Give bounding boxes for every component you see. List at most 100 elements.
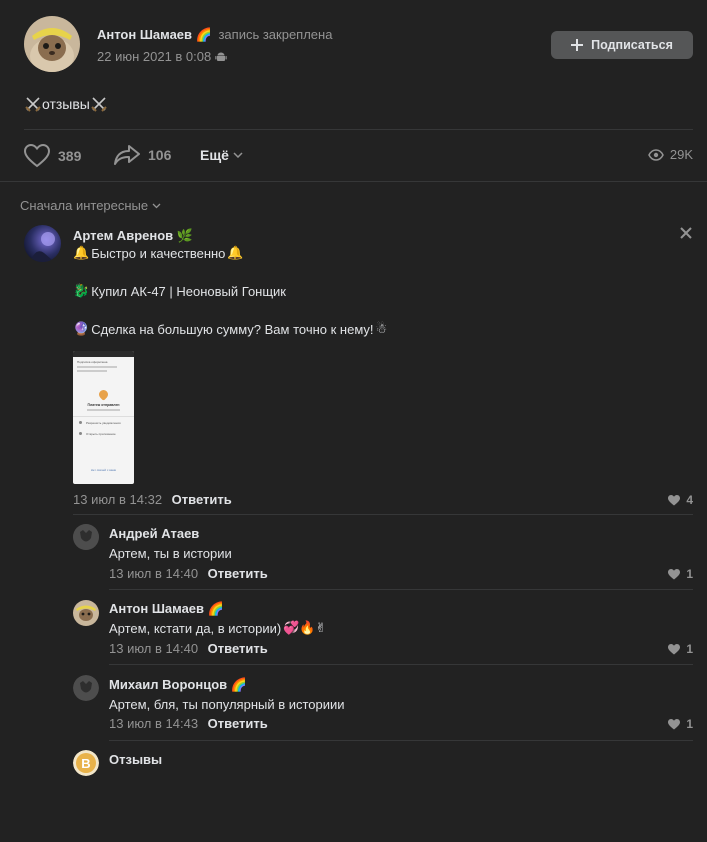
divider	[109, 740, 693, 741]
reply-text: Артем, бля, ты популярный в историии	[109, 697, 345, 712]
heart-icon	[668, 494, 681, 505]
reply-author-label: Антон Шамаев	[109, 601, 205, 616]
snowman-icon: ☃	[375, 321, 388, 336]
reply-meta: 13 июл в 14:40 Ответить	[109, 566, 268, 581]
close-icon[interactable]	[679, 226, 693, 240]
comments-sort-dropdown[interactable]: Сначала интересные	[20, 198, 161, 213]
reply-author-label: Андрей Атаев	[109, 526, 200, 541]
divider	[73, 514, 693, 515]
heart-icon	[668, 718, 681, 729]
eye-icon	[648, 148, 664, 161]
comment-author-name[interactable]: Артем Авренов 🌿	[73, 228, 193, 244]
reply-button[interactable]: Ответить	[208, 566, 268, 581]
reply-button[interactable]: Ответить	[172, 492, 232, 507]
post-date[interactable]: 22 июн 2021 в 0:08	[97, 49, 227, 64]
comment-meta: 13 июл в 14:32 Ответить	[73, 492, 232, 507]
attachment-status: Платеж отправлен	[87, 403, 120, 407]
reply-author-avatar[interactable]: B	[73, 750, 99, 776]
divider	[109, 589, 693, 590]
post-text-label: отзывы	[42, 96, 90, 112]
reply-like-button[interactable]: 1	[668, 567, 693, 581]
rainbow-emoji: 🌈	[195, 27, 212, 42]
comment-text-line3: Сделка на большую сумму? Вам точно к нем…	[91, 321, 374, 337]
comment-author-avatar[interactable]	[24, 225, 61, 262]
bell-icon: 🔔	[227, 245, 244, 260]
rainbow-emoji: 🌈	[230, 677, 247, 692]
reply-text-label: Артем, ты в истории	[109, 546, 232, 561]
reply-button[interactable]: Ответить	[208, 641, 268, 656]
views-counter: 29K	[648, 147, 693, 162]
chevron-down-icon	[152, 203, 161, 208]
post-header: Антон Шамаев 🌈 запись закреплена 22 июн …	[24, 16, 693, 72]
reply-author-name[interactable]: Антон Шамаев 🌈	[109, 601, 224, 617]
attachment-line	[77, 366, 117, 368]
phone-status-bar	[73, 351, 134, 357]
heart-icon	[668, 568, 681, 579]
reply-like-count: 1	[686, 642, 693, 656]
chevron-down-icon	[233, 152, 243, 158]
post-date-label: 22 июн 2021 в 0:08	[97, 49, 212, 64]
reply-author-label: Отзывы	[109, 752, 163, 767]
like-button[interactable]: 389	[24, 144, 81, 168]
heart-icon	[24, 144, 50, 168]
reply-text: Артем, ты в истории	[109, 546, 232, 561]
comment-text-line: 🐉 Купил АК-47 | Неоновый Гонщик	[73, 283, 286, 299]
subscribe-label: Подписаться	[591, 38, 673, 52]
more-button[interactable]: Ещё	[200, 147, 243, 163]
attachment-footer: Нет связей с вами	[90, 468, 117, 472]
reply-text: Артем, кстати да, в истории) 💞🔥✌	[109, 620, 326, 636]
comment-attachment-image[interactable]: Подписка оформлена Платеж отправлен Разр…	[73, 351, 134, 484]
rainbow-emoji: 🌈	[207, 601, 224, 616]
reply-text-label: Артем, кстати да, в истории)	[109, 620, 282, 636]
post-author-avatar[interactable]	[24, 16, 80, 72]
crossed-swords-icon	[25, 97, 41, 112]
reply-author-name[interactable]: Андрей Атаев	[109, 526, 199, 541]
post-author-label: Антон Шамаев	[97, 27, 193, 42]
comment-date[interactable]: 13 июл в 14:32	[73, 492, 162, 507]
reply-date[interactable]: 13 июл в 14:40	[109, 566, 198, 581]
reply-author-avatar[interactable]	[73, 524, 99, 550]
heart-icon	[668, 643, 681, 654]
pinned-label: запись закреплена	[218, 27, 333, 42]
reply-author-name[interactable]: Михаил Воронцов 🌈	[109, 677, 247, 693]
attachment-line	[77, 370, 107, 372]
comment-text-line: 🔮 Сделка на большую сумму? Вам точно к н…	[73, 321, 387, 337]
post-author-name[interactable]: Антон Шамаев 🌈 запись закреплена	[97, 27, 332, 43]
divider	[24, 129, 693, 130]
reply-author-avatar[interactable]	[73, 675, 99, 701]
comments-sort-label: Сначала интересные	[20, 198, 149, 213]
attachment-item-icon	[79, 432, 82, 435]
reply-emoji: 💞🔥✌	[283, 620, 327, 635]
attachment-item-icon	[79, 421, 82, 424]
attachment-item: Открыть приложение	[86, 432, 116, 436]
post-text: отзывы	[24, 95, 108, 113]
comment-text-line: 🔔 Быстро и качественно 🔔	[73, 245, 244, 261]
divider	[109, 664, 693, 665]
share-icon	[114, 145, 140, 165]
crystal-ball-icon: 🔮	[73, 321, 90, 336]
leaf-emoji: 🌿	[176, 228, 193, 243]
subscribe-button[interactable]: Подписаться	[551, 31, 693, 59]
attachment-divider	[73, 416, 134, 417]
comment-like-button[interactable]: 4	[668, 493, 693, 507]
reply-like-button[interactable]: 1	[668, 642, 693, 656]
comment-text-line1: Быстро и качественно	[91, 245, 226, 261]
reply-author-name[interactable]: Отзывы	[109, 752, 162, 767]
attachment-line	[87, 409, 120, 411]
reply-date[interactable]: 13 июл в 14:40	[109, 641, 198, 656]
reply-author-avatar[interactable]	[73, 600, 99, 626]
svg-text:B: B	[81, 756, 90, 771]
reply-button[interactable]: Ответить	[208, 716, 268, 731]
comment-like-count: 4	[686, 493, 693, 507]
reply-like-count: 1	[686, 717, 693, 731]
divider	[0, 181, 707, 182]
reply-like-button[interactable]: 1	[668, 717, 693, 731]
share-button[interactable]: 106	[114, 144, 171, 166]
bell-icon: 🔔	[73, 245, 90, 260]
reply-author-label: Михаил Воронцов	[109, 677, 228, 692]
attachment-item: Разрешить уведомления	[86, 421, 121, 425]
reply-date[interactable]: 13 июл в 14:43	[109, 716, 198, 731]
reply-meta: 13 июл в 14:43 Ответить	[109, 716, 268, 731]
post-actions: 389 106 Ещё 29K	[24, 140, 693, 172]
comment-author-label: Артем Авренов	[73, 228, 174, 243]
